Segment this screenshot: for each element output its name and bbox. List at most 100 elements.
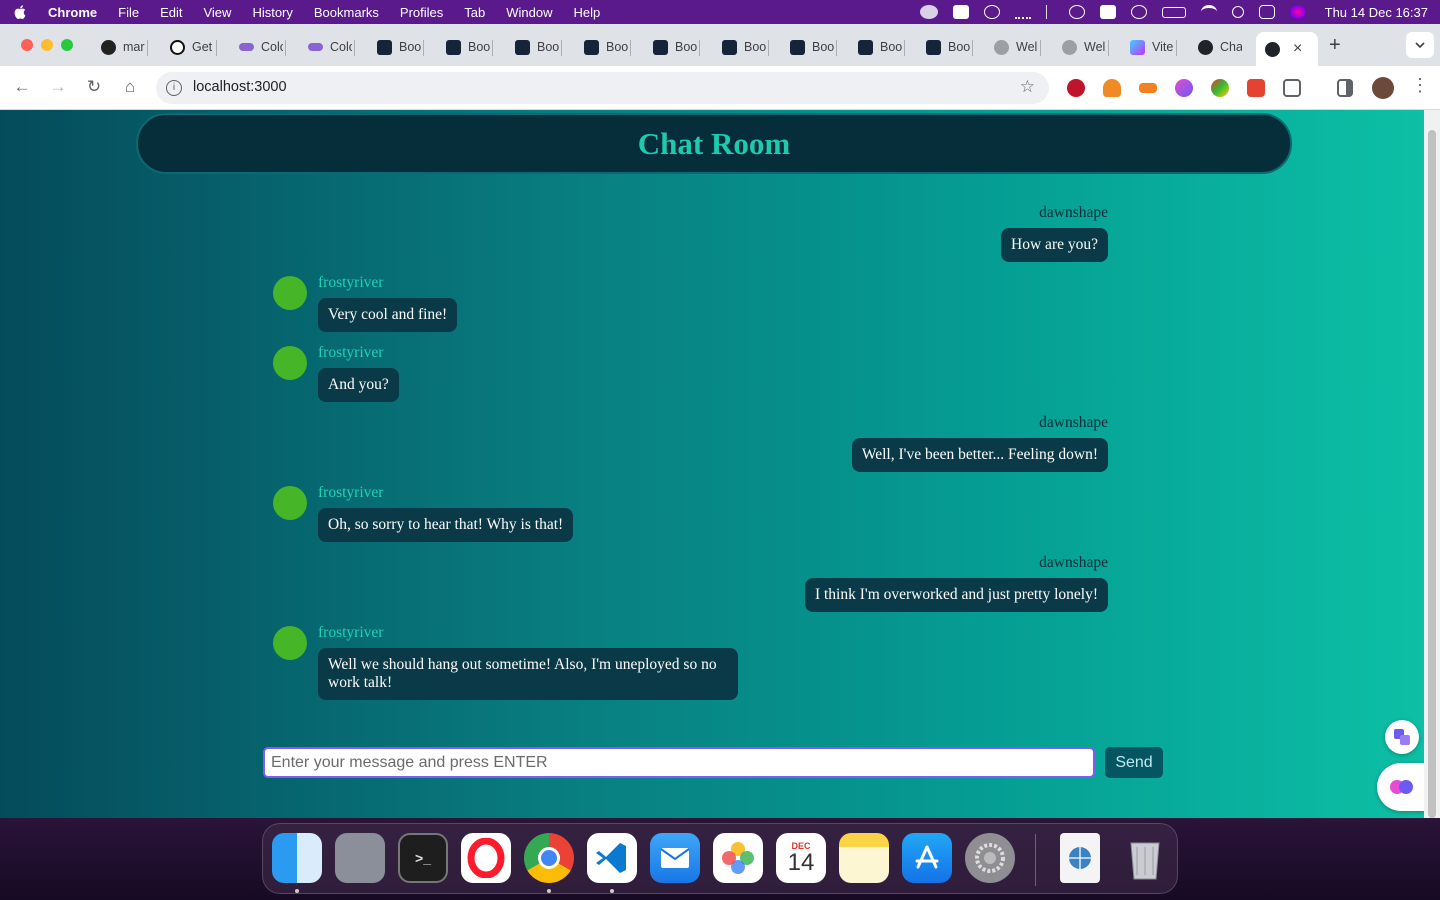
tab-boo-5[interactable]: Boo: [653, 33, 700, 61]
tab-label: Boo: [537, 40, 559, 54]
tab-label: Get: [192, 40, 213, 54]
web-archive-icon[interactable]: [1060, 833, 1100, 883]
tab-label: Colo: [330, 40, 352, 54]
send-button[interactable]: Send: [1105, 747, 1163, 778]
calendar-icon[interactable]: DEC 14: [776, 833, 826, 883]
menu-app-name[interactable]: Chrome: [48, 5, 97, 20]
tab-label: Boo: [812, 40, 834, 54]
more-menu-icon[interactable]: ⋮: [1411, 75, 1429, 96]
ext-x-icon[interactable]: [1067, 79, 1085, 97]
close-window-button[interactable]: [21, 39, 33, 51]
tab-wel-2[interactable]: Wel: [1062, 33, 1109, 61]
launchpad-icon[interactable]: [335, 833, 385, 883]
menu-bookmarks[interactable]: Bookmarks: [314, 5, 379, 20]
new-tab-button[interactable]: +: [1329, 34, 1341, 57]
battery-icon[interactable]: [1161, 6, 1186, 18]
message-left: frostyriver Well we should hang out some…: [273, 624, 738, 700]
b-icon: [790, 39, 805, 55]
message-input[interactable]: [263, 747, 1095, 778]
vscode-icon[interactable]: [587, 833, 637, 883]
menu-file[interactable]: File: [118, 5, 139, 20]
menu-view[interactable]: View: [203, 5, 231, 20]
message-right: dawnshape I think I'm overworked and jus…: [804, 554, 1108, 612]
tab-boo-7[interactable]: Boo: [790, 33, 837, 61]
spotlight-icon[interactable]: [1231, 6, 1244, 18]
siri-icon[interactable]: [1289, 5, 1306, 19]
one-password-icon[interactable]: [983, 5, 1000, 19]
tab-boo-3[interactable]: Boo: [515, 33, 562, 61]
menu-help[interactable]: Help: [574, 5, 601, 20]
tab-boo-9[interactable]: Boo: [926, 33, 973, 61]
tab-label: Boo: [399, 40, 421, 54]
photos-icon[interactable]: [713, 833, 763, 883]
tab-wel-1[interactable]: Wel: [994, 33, 1041, 61]
finder-icon[interactable]: [272, 833, 322, 883]
menu-edit[interactable]: Edit: [160, 5, 182, 20]
ext-brain-icon[interactable]: [1175, 79, 1193, 97]
tab-github[interactable]: mar: [101, 33, 148, 61]
b-icon: [584, 39, 599, 55]
ext-todoist-icon[interactable]: [1247, 79, 1265, 97]
notes-icon[interactable]: [839, 833, 889, 883]
minimize-window-button[interactable]: [41, 39, 53, 51]
app-store-icon[interactable]: [902, 833, 952, 883]
tab-boo-2[interactable]: Boo: [446, 33, 493, 61]
tab-cloud-1[interactable]: Colo: [239, 33, 286, 61]
tab-cloud-2[interactable]: Colo: [308, 33, 355, 61]
acrobat-icon[interactable]: [952, 5, 969, 19]
address-bar[interactable]: i localhost:3000 ☆: [156, 72, 1049, 104]
forward-button[interactable]: →: [47, 77, 69, 97]
trash-icon[interactable]: [1120, 833, 1170, 883]
extensions-puzzle-icon[interactable]: [1283, 79, 1301, 97]
tab-vite[interactable]: Vite: [1130, 33, 1177, 61]
user-icon[interactable]: [1130, 5, 1147, 19]
brain-assistant-icon[interactable]: [1377, 763, 1424, 811]
creative-cloud-icon[interactable]: [919, 5, 938, 19]
profile-avatar[interactable]: [1372, 77, 1394, 99]
menu-tab[interactable]: Tab: [464, 5, 485, 20]
back-button[interactable]: ←: [11, 77, 33, 97]
zoom-window-button[interactable]: [61, 39, 73, 51]
system-settings-icon[interactable]: [965, 833, 1015, 883]
opera-icon[interactable]: [461, 833, 511, 883]
scrollbar-thumb[interactable]: [1428, 130, 1436, 818]
wifi-dots-icon[interactable]: [1014, 5, 1031, 19]
ext-orange-icon[interactable]: [1103, 79, 1121, 97]
avatar: [273, 346, 307, 380]
chrome-icon[interactable]: [524, 833, 574, 883]
bookmark-star-icon[interactable]: ☆: [1020, 77, 1035, 97]
tab-threads[interactable]: Get: [170, 33, 217, 61]
avatar: [273, 276, 307, 310]
menu-history[interactable]: History: [252, 5, 292, 20]
menu-clock[interactable]: Thu 14 Dec 16:37: [1325, 5, 1428, 20]
side-panel-icon[interactable]: [1337, 79, 1353, 97]
terminal-icon[interactable]: >_: [398, 833, 448, 883]
tab-boo-8[interactable]: Boo: [858, 33, 905, 61]
apple-menu-icon[interactable]: [14, 5, 26, 19]
wifi-icon[interactable]: [1200, 5, 1217, 19]
tab-boo-1[interactable]: Boo: [377, 33, 424, 61]
menu-window[interactable]: Window: [506, 5, 552, 20]
site-info-icon[interactable]: i: [166, 80, 182, 96]
tab-search-button[interactable]: [1406, 32, 1434, 58]
home-button[interactable]: ⌂: [119, 77, 141, 97]
mail-icon[interactable]: [650, 833, 700, 883]
control-center-icon[interactable]: [1258, 5, 1275, 19]
reload-button[interactable]: ↻: [83, 77, 105, 97]
ext-cloud-icon[interactable]: [1139, 83, 1157, 93]
time-machine-icon[interactable]: [1068, 5, 1085, 19]
translate-icon[interactable]: [1385, 720, 1419, 754]
tab-react[interactable]: Cha: [1198, 33, 1242, 61]
tab-label: Wel: [1084, 40, 1106, 54]
tab-boo-4[interactable]: Boo: [584, 33, 631, 61]
bluetooth-icon[interactable]: [1045, 5, 1054, 19]
tab-boo-6[interactable]: Boo: [722, 33, 769, 61]
menu-profiles[interactable]: Profiles: [400, 5, 443, 20]
page-scrollbar[interactable]: [1424, 110, 1440, 818]
address-url[interactable]: localhost:3000: [193, 79, 287, 95]
hr-icon[interactable]: [1099, 5, 1116, 19]
tab-active[interactable]: ×: [1256, 32, 1318, 66]
close-tab-icon[interactable]: ×: [1293, 40, 1302, 58]
b-icon: [377, 39, 392, 55]
ext-check-icon[interactable]: [1211, 79, 1229, 97]
